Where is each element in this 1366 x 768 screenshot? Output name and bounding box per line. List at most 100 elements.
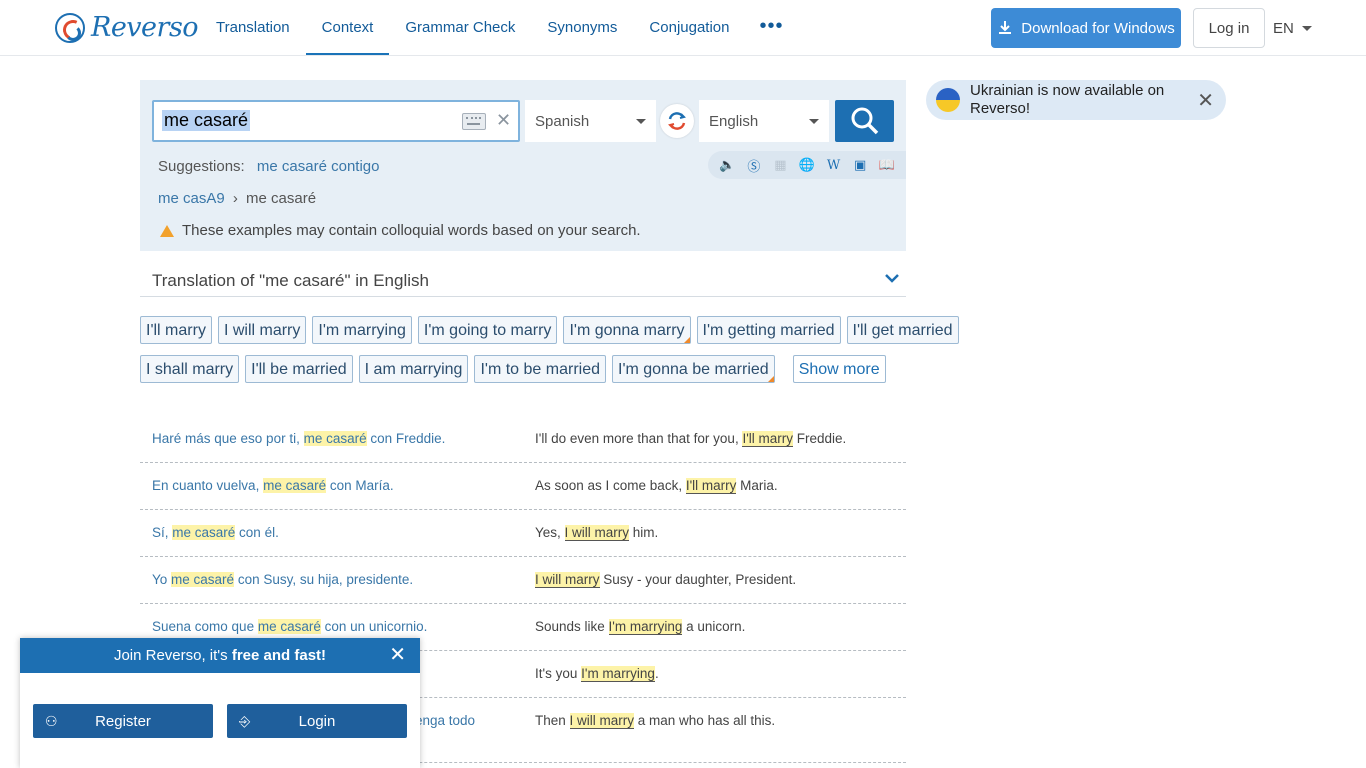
join-reverso-popup: Join Reverso, it's free and fast! ✕ ⚇ Re…: [20, 638, 420, 768]
warning-icon: [160, 224, 174, 237]
download-windows-button[interactable]: Download for Windows: [991, 8, 1181, 48]
swap-icon: [668, 112, 686, 130]
show-more-button[interactable]: Show more: [792, 355, 886, 383]
download-label: Download for Windows: [1021, 19, 1175, 37]
translation-chip[interactable]: I'm gonna marry: [563, 316, 691, 344]
translation-title: Translation of "me casaré" in English: [152, 271, 429, 290]
example-row: Yo me casaré con Susy, su hija, presiden…: [140, 557, 906, 604]
search-query-text: me casaré: [162, 110, 251, 131]
example-target[interactable]: I will marry Susy - your daughter, Presi…: [535, 572, 905, 588]
nav-context[interactable]: Context: [305, 0, 390, 55]
login-icon: ⎆: [239, 713, 251, 729]
reverso-logo-icon: [55, 12, 85, 43]
translation-chip[interactable]: I'm going to marry: [417, 316, 558, 344]
translation-chip[interactable]: I'm marrying: [312, 316, 412, 344]
breadcrumb: me casA9 › me casaré: [158, 190, 316, 207]
breadcrumb-item[interactable]: me casA9: [158, 190, 225, 207]
chip-row: I shall marry I'll be married I am marry…: [140, 355, 906, 383]
tools-bar: 🔈 Ⓢ ▦ 🌐 W ▣ 📖: [708, 151, 906, 179]
translation-section-header[interactable]: Translation of "me casaré" in English: [140, 262, 906, 297]
example-target[interactable]: Yes, I will marry him.: [535, 525, 905, 541]
login-button[interactable]: Log in: [1193, 8, 1265, 48]
suggestions-label: Suggestions:: [158, 158, 245, 175]
translation-chip[interactable]: I will marry: [217, 316, 307, 344]
keyboard-icon[interactable]: [462, 113, 486, 130]
example-source[interactable]: En cuanto vuelva, me casaré con María.: [152, 478, 522, 493]
ukraine-flag-icon: [936, 88, 960, 112]
reverso-logo[interactable]: Reverso: [55, 12, 199, 43]
example-row: Sí, me casaré con él. Yes, I will marry …: [140, 510, 906, 557]
example-target[interactable]: It's you I'm marrying.: [535, 666, 905, 682]
translation-chips: I'll marry I will marry I'm marrying I'm…: [140, 316, 959, 394]
speaker-icon[interactable]: 🔈: [717, 157, 737, 173]
example-source[interactable]: Suena como que me casaré con un unicorni…: [152, 619, 522, 634]
nav-translation[interactable]: Translation: [200, 0, 306, 55]
ukrainian-promo-banner: Ukrainian is now available on Reverso! ✕: [926, 80, 1226, 120]
register-icon: ⚇: [45, 713, 58, 729]
target-language-value: English: [709, 112, 759, 130]
search-panel: me casaré ✕ Spanish English Suggestions:…: [140, 80, 906, 251]
conjugation-grid-icon[interactable]: ▦: [770, 157, 790, 173]
example-target[interactable]: Then I will marry a man who has all this…: [535, 713, 905, 729]
example-row: Haré más que eso por ti, me casaré con F…: [140, 416, 906, 463]
wikipedia-icon[interactable]: W: [824, 158, 844, 173]
logo-text: Reverso: [91, 12, 199, 43]
chevron-down-icon: [1301, 25, 1312, 31]
synonyms-icon[interactable]: Ⓢ: [744, 156, 764, 175]
example-source[interactable]: Yo me casaré con Susy, su hija, presiden…: [152, 572, 522, 587]
nav-conjugation[interactable]: Conjugation: [633, 0, 745, 55]
source-language-value: Spanish: [535, 112, 590, 130]
warning-text: These examples may contain colloquial wo…: [182, 222, 641, 239]
example-target[interactable]: Sounds like I'm marrying a unicorn.: [535, 619, 905, 635]
chevron-down-icon: [809, 118, 819, 124]
translation-chip[interactable]: I shall marry: [140, 355, 240, 383]
promo-text: Ukrainian is now available on Reverso!: [970, 82, 1165, 117]
join-title-bold: free and fast!: [231, 647, 327, 664]
example-row: En cuanto vuelva, me casaré con María. A…: [140, 463, 906, 510]
translation-chip[interactable]: I am marrying: [358, 355, 469, 383]
example-target[interactable]: I'll do even more than that for you, I'l…: [535, 431, 905, 447]
dictionary-book-icon[interactable]: 📖: [877, 157, 897, 173]
join-popup-header: Join Reverso, it's free and fast! ✕: [20, 638, 420, 673]
suggestion-link[interactable]: me casaré contigo: [257, 158, 380, 175]
translation-chip[interactable]: I'm getting married: [696, 316, 841, 344]
translation-chip[interactable]: I'll marry: [140, 316, 212, 344]
example-source[interactable]: Haré más que eso por ti, me casaré con F…: [152, 431, 522, 446]
colloquial-warning: These examples may contain colloquial wo…: [160, 222, 641, 239]
search-button[interactable]: [835, 100, 894, 142]
chip-row: I'll marry I will marry I'm marrying I'm…: [140, 316, 959, 344]
swap-languages-button[interactable]: [660, 104, 694, 138]
download-icon: [999, 21, 1012, 34]
chevron-down-icon[interactable]: [884, 270, 900, 286]
example-source[interactable]: enga todo: [415, 713, 525, 728]
clear-icon[interactable]: ✕: [496, 110, 511, 131]
source-language-select[interactable]: Spanish: [525, 100, 656, 142]
close-icon[interactable]: ✕: [1197, 88, 1214, 113]
example-target[interactable]: As soon as I come back, I'll marry Maria…: [535, 478, 905, 494]
language-code: EN: [1273, 19, 1294, 37]
target-language-select[interactable]: English: [699, 100, 829, 142]
translation-chip[interactable]: I'll be married: [245, 355, 353, 383]
register-button[interactable]: ⚇ Register: [33, 704, 213, 738]
translation-chip[interactable]: I'm gonna be married: [612, 355, 775, 383]
close-icon[interactable]: ✕: [389, 638, 406, 673]
login-popup-button[interactable]: ⎆ Login: [227, 704, 407, 738]
breadcrumb-separator: ›: [232, 190, 238, 207]
image-icon[interactable]: ▣: [850, 157, 870, 173]
nav-grammar-check[interactable]: Grammar Check: [389, 0, 531, 55]
breadcrumb-current: me casaré: [246, 190, 317, 207]
search-input[interactable]: me casaré ✕: [152, 100, 520, 142]
example-source[interactable]: Sí, me casaré con él.: [152, 525, 522, 540]
nav-synonyms[interactable]: Synonyms: [531, 0, 633, 55]
language-selector[interactable]: EN: [1273, 8, 1312, 48]
more-menu-icon[interactable]: •••: [745, 0, 797, 55]
translation-chip[interactable]: I'll get married: [846, 316, 959, 344]
top-navbar: Reverso Translation Context Grammar Chec…: [0, 0, 1366, 56]
suggestions: Suggestions: me casaré contigo: [158, 158, 379, 175]
chevron-down-icon: [636, 118, 646, 124]
join-title: Join Reverso, it's: [113, 647, 232, 664]
login-label: Login: [298, 712, 336, 730]
register-label: Register: [95, 712, 151, 730]
translation-chip[interactable]: I'm to be married: [474, 355, 606, 383]
globe-icon[interactable]: 🌐: [797, 157, 817, 173]
